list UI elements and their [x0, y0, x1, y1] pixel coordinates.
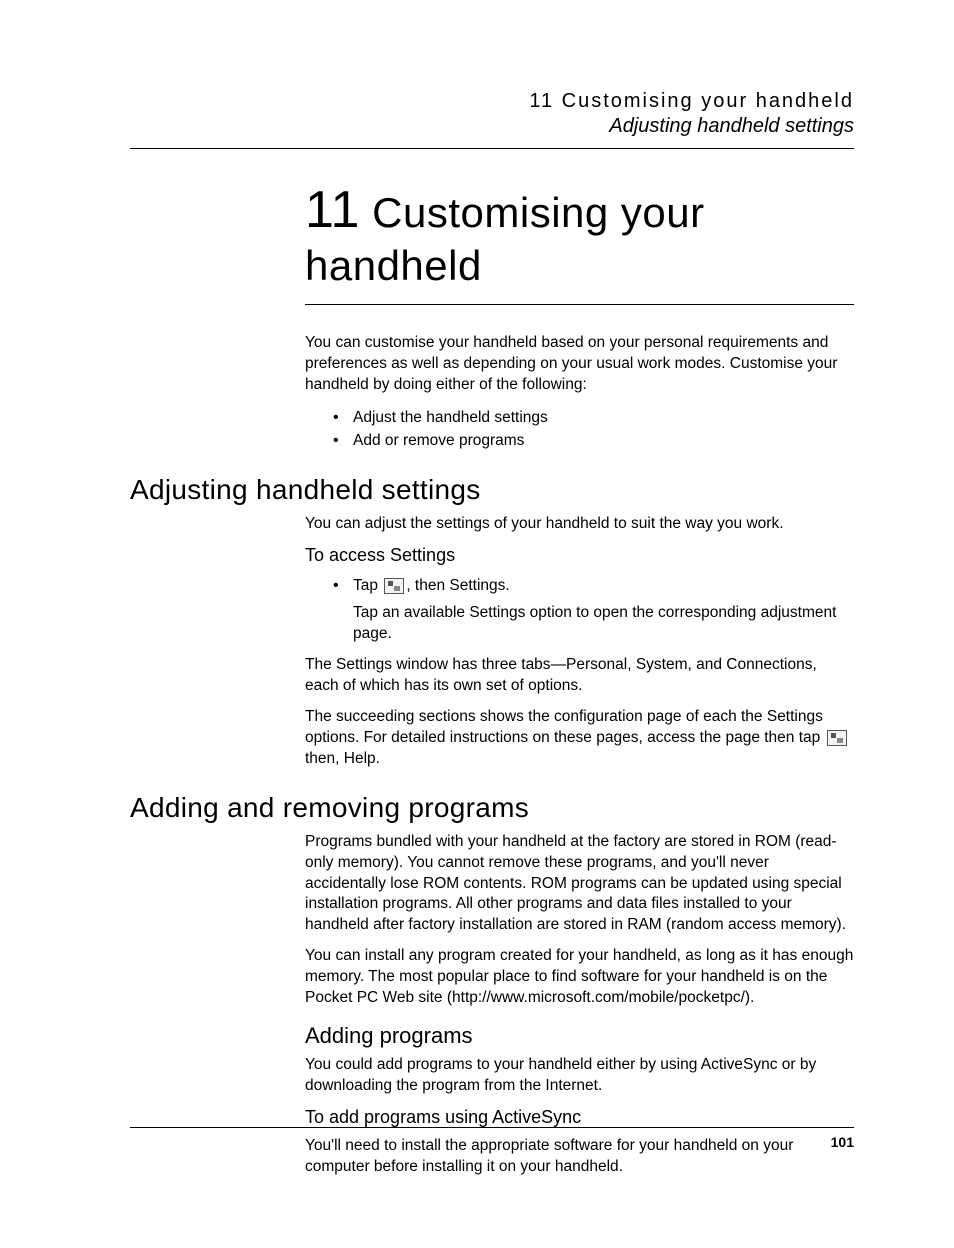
- para3-part-a: The succeeding sections shows the config…: [305, 708, 825, 746]
- adjust-para-3: The succeeding sections shows the config…: [305, 707, 854, 770]
- adding-programs-para: You could add programs to your handheld …: [305, 1055, 854, 1097]
- page-footer: 101: [130, 1127, 854, 1150]
- list-item: Adjust the handheld settings: [333, 406, 854, 429]
- header-chapter-ref: 11 Customising your handheld: [130, 90, 854, 113]
- adjust-para-1: You can adjust the settings of your hand…: [305, 514, 854, 535]
- page-number: 101: [130, 1134, 854, 1150]
- start-menu-icon: [827, 730, 847, 746]
- chapter-title: 11 Customising your handheld: [305, 179, 854, 292]
- programs-para-2: You can install any program created for …: [305, 946, 854, 1009]
- header-section-ref: Adjusting handheld settings: [130, 115, 854, 138]
- title-rule: [305, 304, 854, 305]
- subheading-access-settings: To access Settings: [305, 545, 854, 566]
- section-heading-programs: Adding and removing programs: [130, 792, 854, 824]
- intro-bullets: Adjust the handheld settings Add or remo…: [333, 406, 854, 453]
- list-item: Add or remove programs: [333, 429, 854, 452]
- para3-part-b: then, Help.: [305, 750, 380, 767]
- tap-text-prefix: Tap: [353, 577, 382, 594]
- chapter-number: 11: [305, 181, 360, 239]
- tap-text-suffix: , then Settings.: [406, 577, 509, 594]
- footer-rule: [130, 1127, 854, 1128]
- start-menu-icon: [384, 578, 404, 594]
- tap-detail: Tap an available Settings option to open…: [353, 603, 854, 645]
- list-item: Tap , then Settings.: [333, 574, 854, 597]
- subheading-adding-programs: Adding programs: [305, 1023, 854, 1049]
- page-header: 11 Customising your handheld Adjusting h…: [130, 90, 854, 138]
- section-heading-adjusting: Adjusting handheld settings: [130, 474, 854, 506]
- header-rule: [130, 148, 854, 149]
- subheading-activesync: To add programs using ActiveSync: [305, 1107, 854, 1128]
- intro-paragraph: You can customise your handheld based on…: [305, 333, 854, 396]
- chapter-title-text: Customising your handheld: [305, 189, 705, 289]
- adjust-para-2: The Settings window has three tabs—Perso…: [305, 655, 854, 697]
- programs-para-1: Programs bundled with your handheld at t…: [305, 832, 854, 937]
